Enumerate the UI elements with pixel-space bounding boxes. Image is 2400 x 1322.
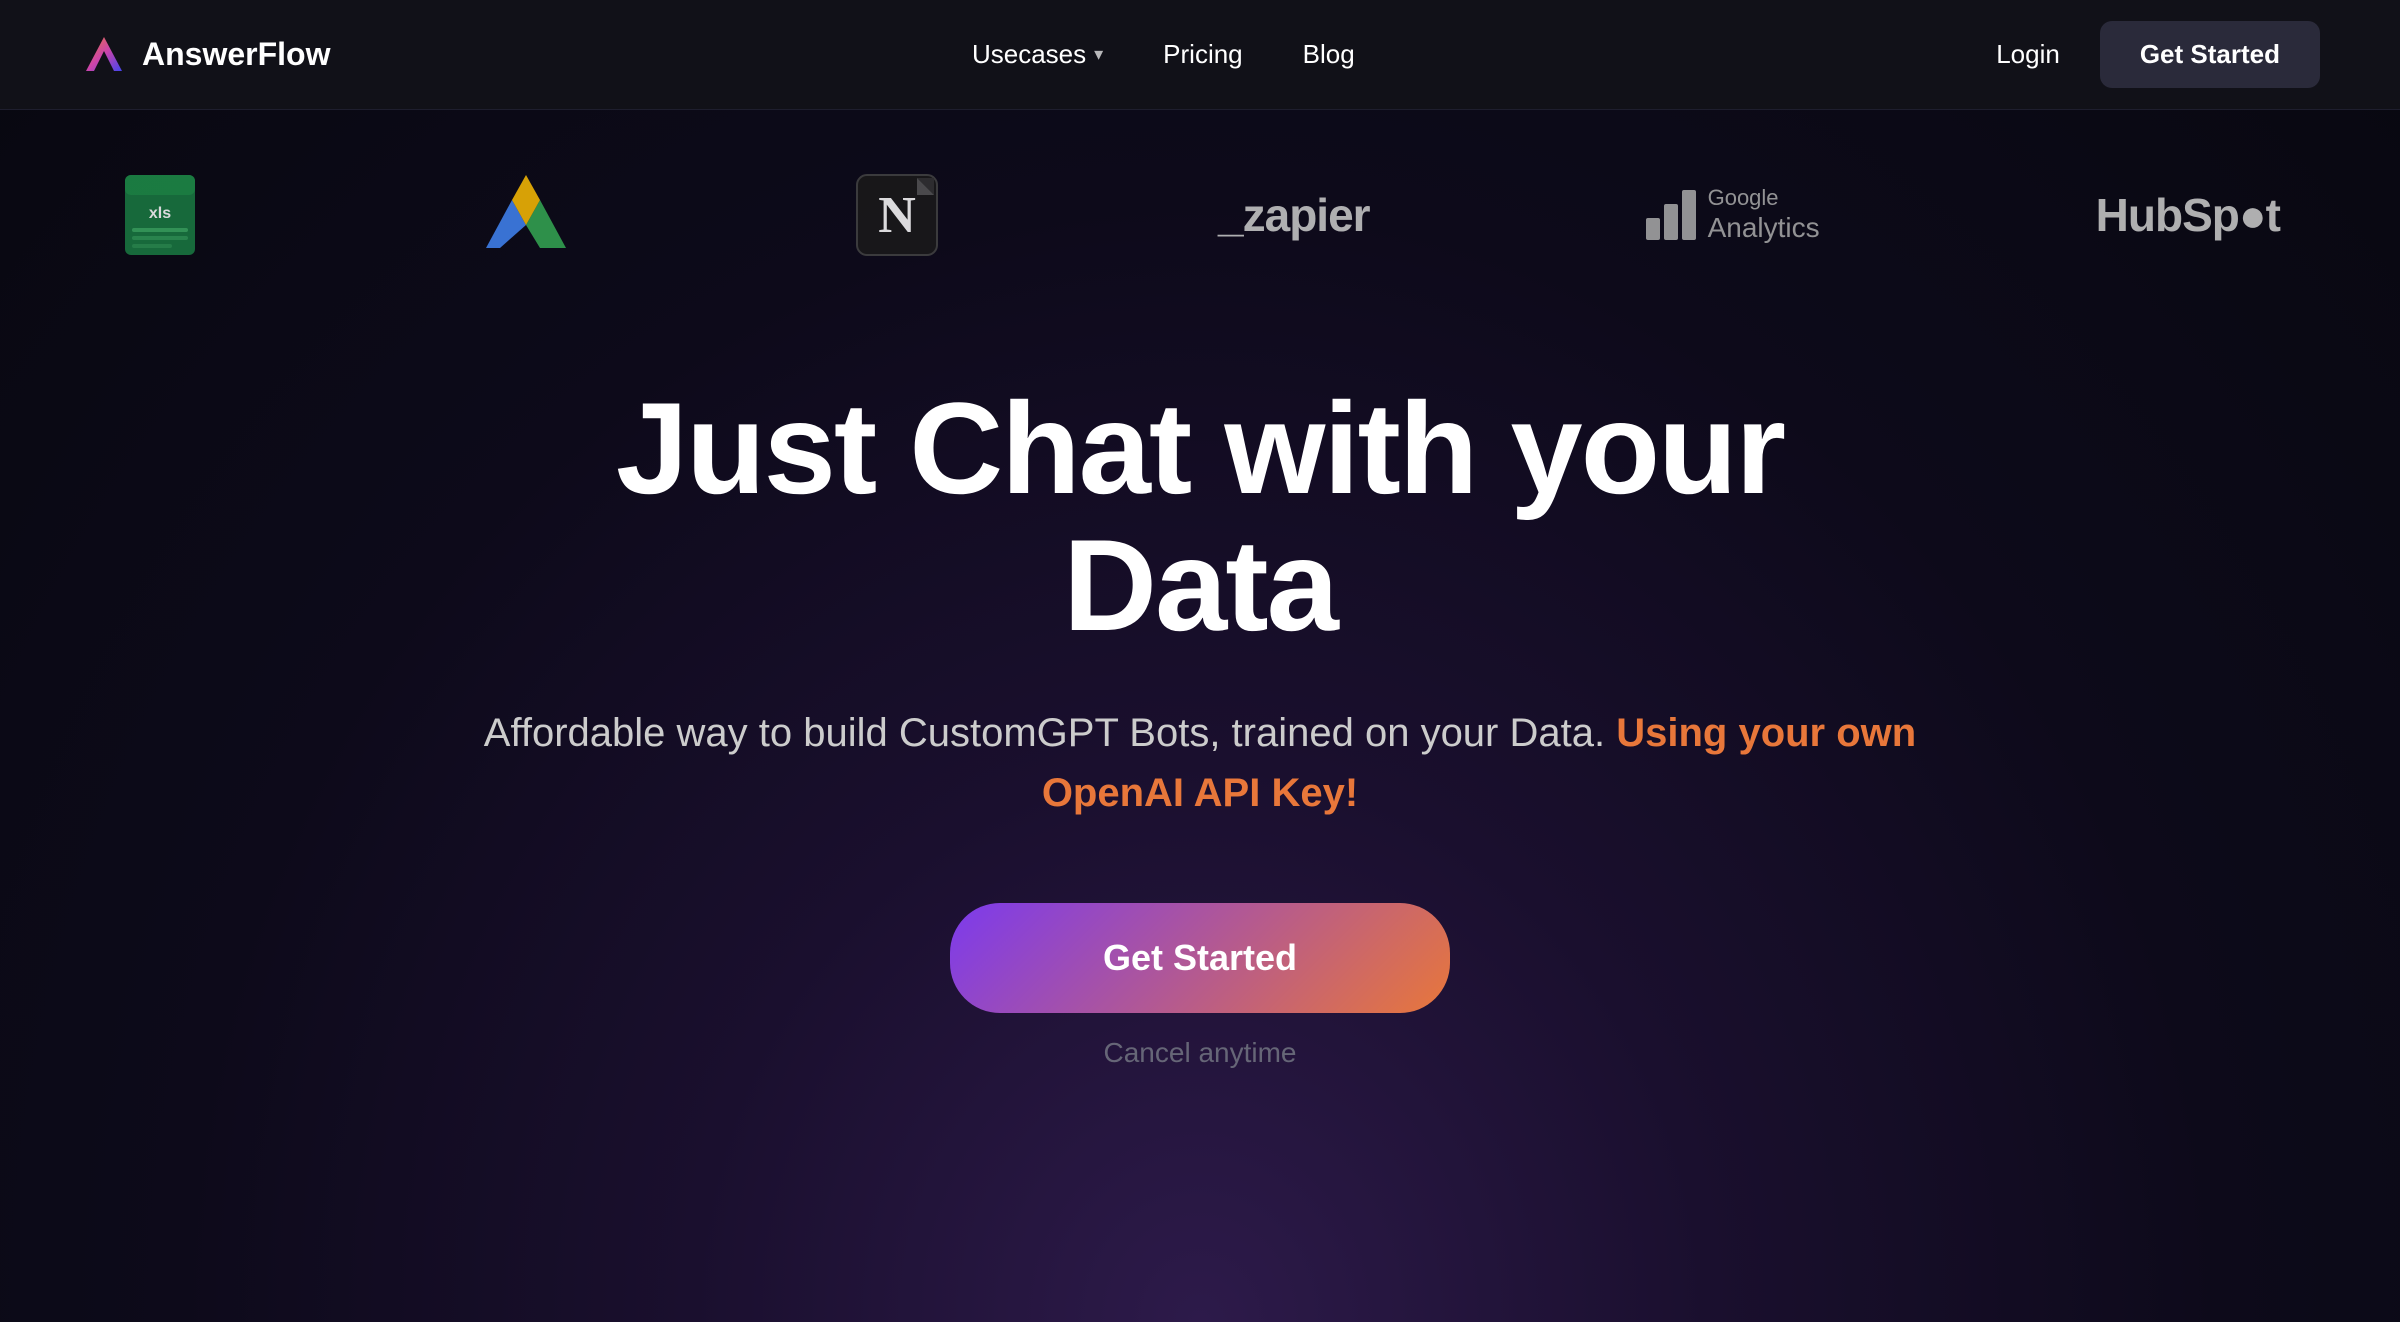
cta-container: Get Started Cancel anytime (480, 903, 1920, 1069)
zapier-integration: _zapier (1218, 188, 1370, 242)
headline-section: Just Chat with your Data Affordable way … (400, 340, 2000, 1069)
ga-text: Google Analytics (1708, 185, 1820, 245)
get-started-nav-button[interactable]: Get Started (2100, 21, 2320, 88)
hubspot-label: HubSp●t (2096, 188, 2280, 242)
zapier-label: _zapier (1218, 188, 1370, 242)
nav-center: Usecases ▾ Pricing Blog (972, 39, 1355, 70)
nav-right: Login Get Started (1996, 21, 2320, 88)
hero-section: xls N (0, 0, 2400, 1322)
nav-pricing[interactable]: Pricing (1163, 39, 1242, 70)
google-analytics-integration: Google Analytics (1646, 185, 1820, 245)
ga-google-label: Google (1708, 185, 1820, 211)
hubspot-integration: HubSp●t (2096, 188, 2280, 242)
cancel-anytime-text: Cancel anytime (1104, 1037, 1297, 1069)
navbar: AnswerFlow Usecases ▾ Pricing Blog Login… (0, 0, 2400, 110)
excel-integration: xls (120, 170, 200, 260)
login-button[interactable]: Login (1996, 39, 2060, 70)
excel-icon: xls (120, 170, 200, 260)
notion-integration: N (852, 170, 942, 260)
notion-icon: N (852, 170, 942, 260)
answerflow-logo-icon (80, 31, 128, 79)
integrations-row: xls N (0, 110, 2400, 340)
subtitle-plain: Affordable way to build CustomGPT Bots, … (484, 711, 1605, 755)
nav-usecases[interactable]: Usecases ▾ (972, 39, 1103, 70)
get-started-cta-button[interactable]: Get Started (950, 903, 1450, 1013)
ga-bars-icon (1646, 190, 1696, 240)
logo-text: AnswerFlow (142, 36, 330, 73)
google-drive-icon (476, 170, 576, 260)
logo[interactable]: AnswerFlow (80, 31, 330, 79)
ga-analytics-label: Analytics (1708, 211, 1820, 245)
hero-subtitle: Affordable way to build CustomGPT Bots, … (480, 703, 1920, 823)
nav-blog[interactable]: Blog (1303, 39, 1355, 70)
gdrive-integration (476, 170, 576, 260)
main-headline: Just Chat with your Data (480, 380, 1920, 653)
svg-text:xls: xls (149, 205, 171, 222)
chevron-down-icon: ▾ (1094, 44, 1103, 65)
svg-text:N: N (878, 187, 916, 244)
